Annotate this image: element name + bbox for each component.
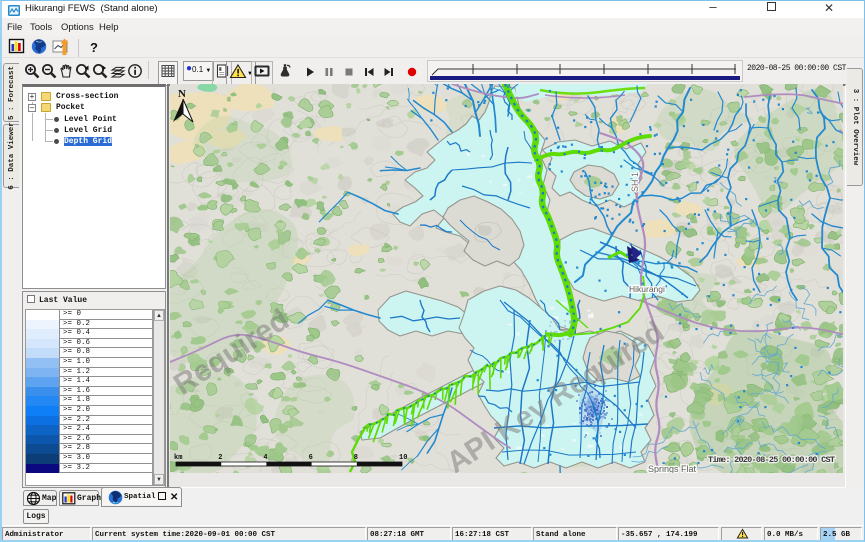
svg-text:10: 10 xyxy=(399,454,407,462)
svg-text:2: 2 xyxy=(218,454,222,462)
svg-text:SH 1: SH 1 xyxy=(630,172,640,192)
svg-text:km: km xyxy=(174,454,182,462)
svg-text:Hikurangi: Hikurangi xyxy=(629,284,665,294)
svg-text:4: 4 xyxy=(263,454,267,462)
svg-text:Time: 2020-08-25 00:00:00 CST: Time: 2020-08-25 00:00:00 CST xyxy=(708,455,835,465)
svg-text:N: N xyxy=(178,88,186,100)
svg-text:6: 6 xyxy=(309,454,313,462)
svg-text:Springs Flat: Springs Flat xyxy=(648,464,697,473)
svg-text:8: 8 xyxy=(354,454,358,462)
